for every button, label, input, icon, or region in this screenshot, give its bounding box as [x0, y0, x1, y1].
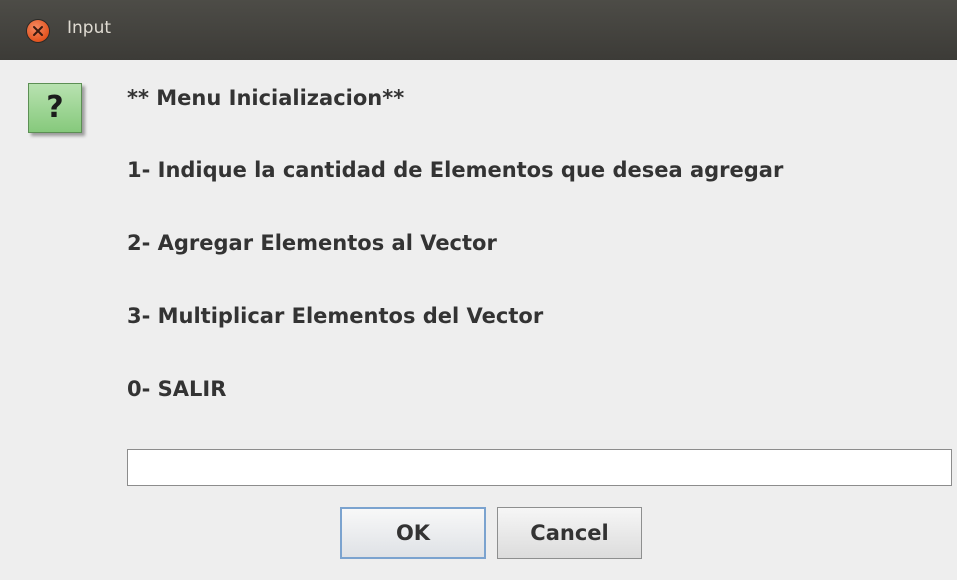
question-icon: ?: [28, 83, 82, 133]
menu-option-1: 1- Indique la cantidad de Elementos que …: [127, 158, 784, 182]
menu-option-3: 3- Multiplicar Elementos del Vector: [127, 304, 544, 328]
menu-option-0: 0- SALIR: [127, 377, 227, 401]
window-title: Input: [67, 18, 112, 38]
close-icon: [33, 26, 43, 36]
menu-input-field[interactable]: [127, 449, 952, 486]
question-icon-glyph: ?: [46, 90, 64, 125]
ok-button[interactable]: OK: [340, 507, 486, 559]
menu-heading: ** Menu Inicializacion**: [127, 86, 405, 110]
input-dialog-window: Input ? ** Menu Inicializacion** 1- Indi…: [0, 0, 957, 580]
close-window-button[interactable]: [27, 20, 49, 42]
cancel-button[interactable]: Cancel: [497, 507, 642, 559]
menu-option-2: 2- Agregar Elementos al Vector: [127, 231, 497, 255]
title-bar[interactable]: Input: [0, 0, 957, 60]
